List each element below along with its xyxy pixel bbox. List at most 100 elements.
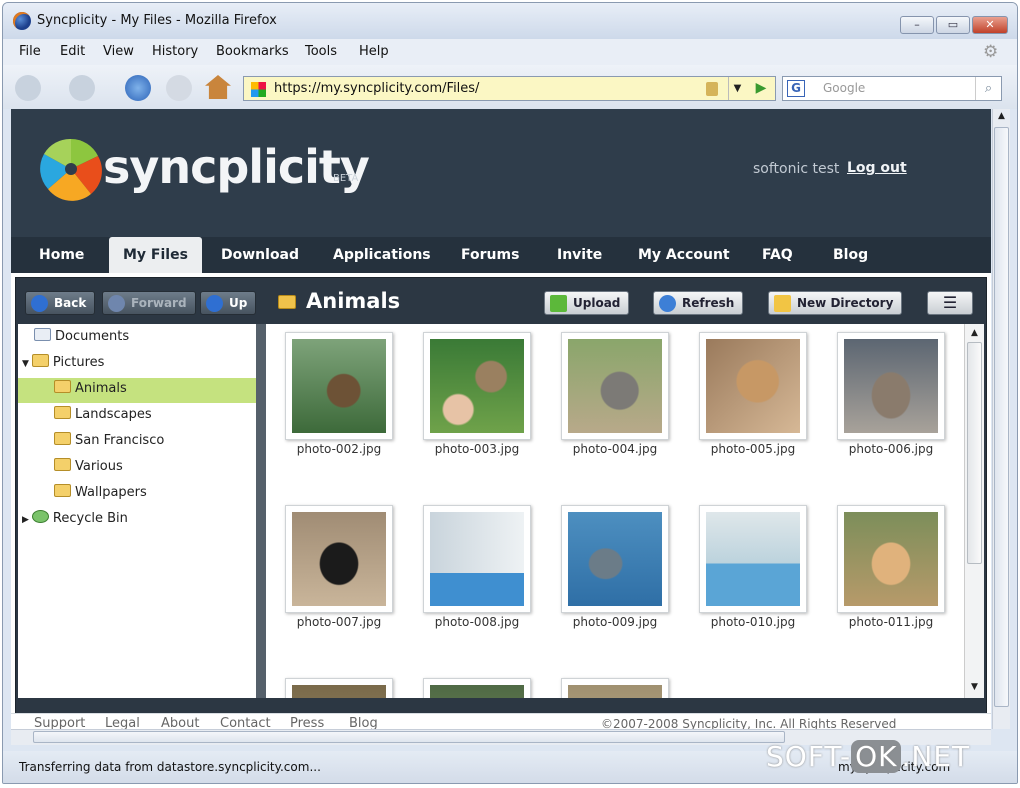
- menu-edit[interactable]: Edit: [60, 44, 85, 59]
- search-engine-icon[interactable]: G: [787, 80, 805, 97]
- pane-splitter[interactable]: [256, 324, 266, 698]
- watermark-part: SOFT-: [766, 740, 852, 773]
- maximize-button[interactable]: ▭: [936, 16, 970, 34]
- footer-link-support[interactable]: Support: [34, 716, 85, 729]
- file-thumbnail[interactable]: [837, 332, 945, 440]
- footer-link-press[interactable]: Press: [290, 716, 324, 729]
- tree-item-documents[interactable]: Documents: [34, 326, 129, 348]
- upload-label: Upload: [573, 296, 621, 310]
- username: softonic test: [753, 161, 840, 177]
- footer-link-contact[interactable]: Contact: [220, 716, 271, 729]
- expand-arrow-icon[interactable]: ▼: [22, 359, 29, 369]
- menu-history[interactable]: History: [152, 44, 198, 59]
- back-button[interactable]: Back: [25, 291, 96, 315]
- file-name[interactable]: photo-010.jpg: [688, 615, 818, 629]
- tab-my-files[interactable]: My Files: [109, 237, 202, 273]
- url-text[interactable]: https://my.syncplicity.com/Files/: [274, 81, 479, 96]
- menu-help[interactable]: Help: [359, 44, 389, 59]
- file-thumbnail[interactable]: [423, 678, 531, 698]
- horizontal-scroll-thumb[interactable]: [33, 731, 785, 743]
- scroll-down-icon[interactable]: ▼: [967, 680, 982, 694]
- file-name[interactable]: photo-007.jpg: [274, 615, 404, 629]
- reload-icon[interactable]: [125, 75, 151, 101]
- menu-view[interactable]: View: [103, 44, 134, 59]
- search-placeholder: Google: [823, 81, 866, 95]
- file-name[interactable]: photo-002.jpg: [274, 442, 404, 456]
- folder-icon: [54, 406, 71, 419]
- page-scroll-up-icon[interactable]: ▲: [994, 111, 1009, 121]
- go-icon[interactable]: ▶: [748, 77, 774, 100]
- file-name[interactable]: photo-011.jpg: [826, 615, 956, 629]
- tree-item-landscapes[interactable]: Landscapes: [54, 404, 152, 426]
- minimize-button[interactable]: –: [900, 16, 934, 34]
- tree-item-various[interactable]: Various: [54, 456, 123, 478]
- file-thumbnail[interactable]: [699, 505, 807, 613]
- file-name[interactable]: photo-009.jpg: [550, 615, 680, 629]
- tab-applications[interactable]: Applications: [319, 237, 445, 273]
- forward-arrow-icon[interactable]: [69, 75, 95, 101]
- page-scrollbar[interactable]: ▲: [992, 109, 1010, 729]
- close-button[interactable]: ✕: [972, 16, 1008, 34]
- forward-button[interactable]: Forward: [102, 291, 196, 315]
- tree-item-pictures[interactable]: ▼ Pictures: [22, 352, 104, 374]
- file-thumbnail[interactable]: [837, 505, 945, 613]
- file-thumbnail[interactable]: [561, 505, 669, 613]
- upload-button[interactable]: Upload: [544, 291, 630, 315]
- current-folder-title: Animals: [306, 289, 401, 313]
- file-thumbnail[interactable]: [285, 332, 393, 440]
- tree-item-wallpapers[interactable]: Wallpapers: [54, 482, 147, 504]
- file-thumbnail[interactable]: [561, 678, 669, 698]
- tab-my-account[interactable]: My Account: [624, 237, 744, 273]
- file-thumbnail[interactable]: [699, 332, 807, 440]
- tab-invite[interactable]: Invite: [543, 237, 616, 273]
- scroll-thumb[interactable]: [967, 342, 982, 564]
- file-thumbnail[interactable]: [423, 505, 531, 613]
- new-directory-button[interactable]: New Directory: [768, 291, 903, 315]
- menu-bookmarks[interactable]: Bookmarks: [216, 44, 289, 59]
- stop-icon[interactable]: [166, 75, 192, 101]
- footer-link-legal[interactable]: Legal: [105, 716, 140, 729]
- tree-label: Various: [75, 459, 123, 474]
- tree-item-recycle-bin[interactable]: ▶ Recycle Bin: [22, 508, 128, 530]
- file-thumbnail[interactable]: [285, 505, 393, 613]
- tab-blog[interactable]: Blog: [819, 237, 882, 273]
- file-name[interactable]: photo-005.jpg: [688, 442, 818, 456]
- url-dropdown-icon[interactable]: ▼: [728, 77, 746, 100]
- search-icon[interactable]: ⌕: [975, 77, 1001, 100]
- tab-forums[interactable]: Forums: [447, 237, 533, 273]
- file-thumbnail[interactable]: [285, 678, 393, 698]
- file-name[interactable]: photo-004.jpg: [550, 442, 680, 456]
- photo-owl: [430, 339, 524, 433]
- file-thumbnail[interactable]: [561, 332, 669, 440]
- main-nav: Home My Files Download Applications Foru…: [11, 237, 991, 273]
- photo-partial: [568, 685, 662, 698]
- up-button[interactable]: Up: [200, 291, 257, 315]
- file-name[interactable]: photo-008.jpg: [412, 615, 542, 629]
- file-thumbnail[interactable]: [423, 332, 531, 440]
- menu-tools[interactable]: Tools: [305, 44, 337, 59]
- collapse-arrow-icon[interactable]: ▶: [22, 515, 29, 525]
- url-bar[interactable]: https://my.syncplicity.com/Files/ ▼ ▶: [243, 76, 776, 101]
- file-name[interactable]: photo-006.jpg: [826, 442, 956, 456]
- page-scroll-thumb[interactable]: [994, 127, 1009, 707]
- footer-link-about[interactable]: About: [161, 716, 199, 729]
- refresh-button[interactable]: Refresh: [653, 291, 744, 315]
- file-name[interactable]: photo-003.jpg: [412, 442, 542, 456]
- view-menu-button[interactable]: ☰: [927, 291, 973, 315]
- tab-faq[interactable]: FAQ: [748, 237, 807, 273]
- tab-home[interactable]: Home: [25, 237, 98, 273]
- footer-link-blog[interactable]: Blog: [349, 716, 378, 729]
- file-toolbar: Back Forward Up Animals Upload Refresh N…: [16, 278, 986, 324]
- tab-download[interactable]: Download: [207, 237, 313, 273]
- file-manager: Back Forward Up Animals Upload Refresh N…: [15, 277, 987, 729]
- tree-item-san-francisco[interactable]: San Francisco: [54, 430, 164, 452]
- back-arrow-icon[interactable]: [15, 75, 41, 101]
- logout-link[interactable]: Log out: [847, 160, 907, 176]
- grid-scrollbar[interactable]: ▲ ▼: [964, 324, 984, 698]
- home-icon[interactable]: [205, 75, 231, 99]
- scroll-up-icon[interactable]: ▲: [967, 326, 982, 340]
- menu-file[interactable]: File: [19, 44, 41, 59]
- search-box[interactable]: G Google ⌕: [782, 76, 1002, 101]
- tree-item-animals[interactable]: Animals: [54, 378, 127, 400]
- folder-icon: [54, 484, 71, 497]
